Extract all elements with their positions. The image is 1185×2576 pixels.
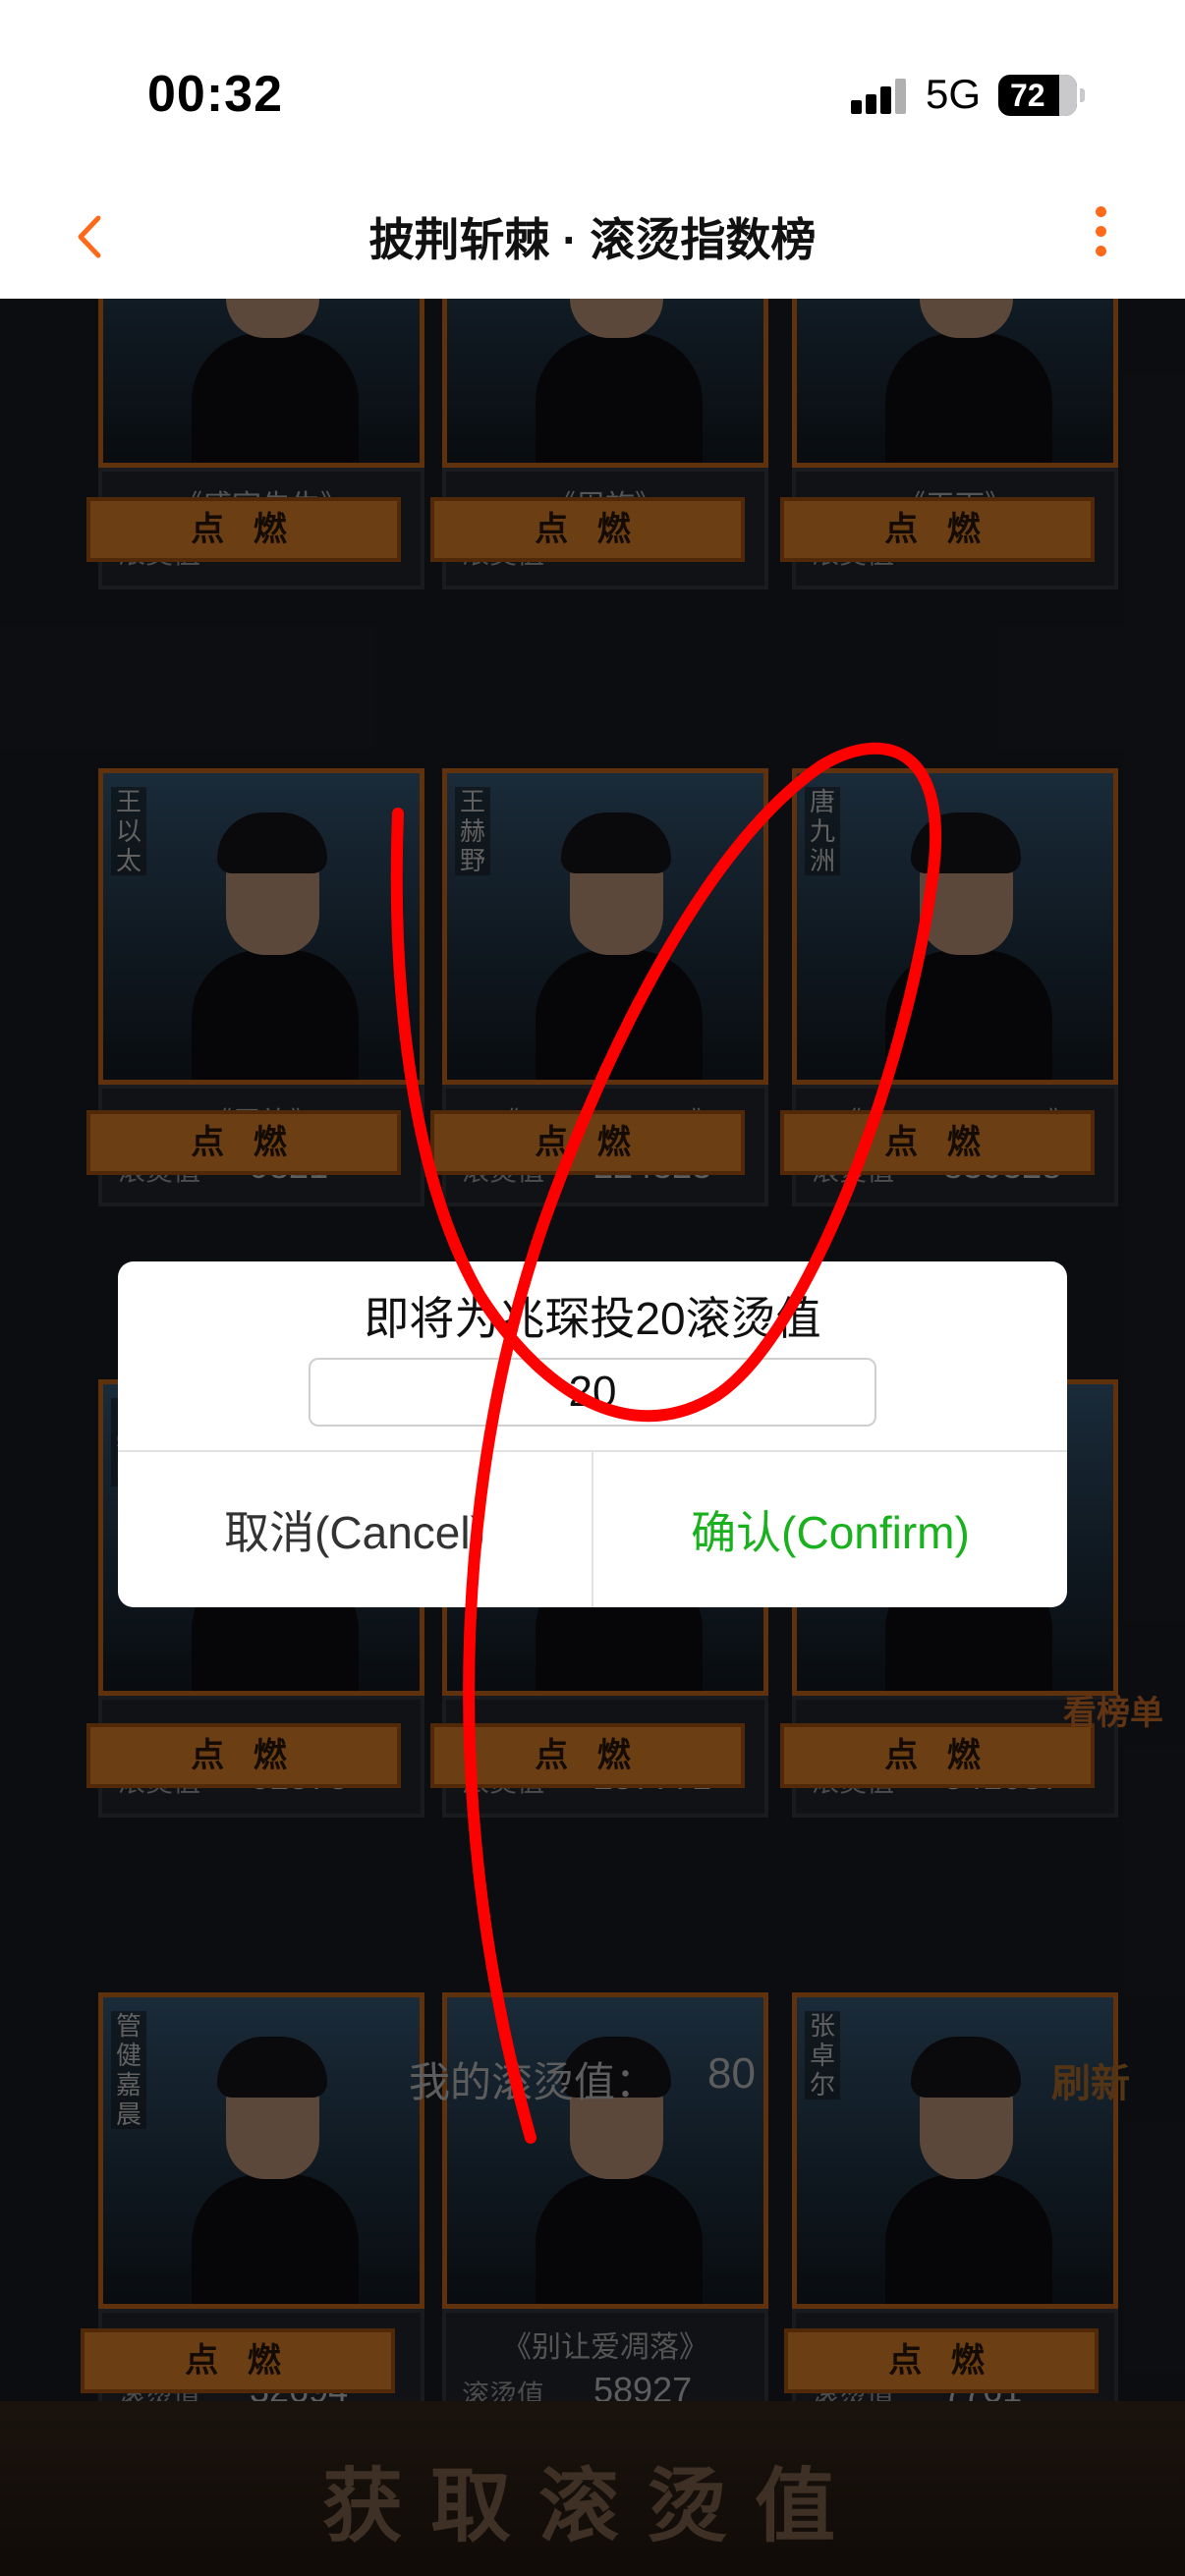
artist-photo: 唐九洲 [792, 768, 1118, 1085]
refresh-button[interactable]: 刷新 [1051, 2051, 1130, 2108]
artist-photo [442, 1992, 768, 2309]
artist-name: 张卓尔 [805, 2011, 840, 2100]
ignite-button[interactable]: 点 燃 [780, 1110, 1095, 1175]
ignite-button[interactable]: 点 燃 [784, 2328, 1099, 2393]
artist-name: 唐九洲 [805, 787, 840, 875]
artist-photo [442, 299, 768, 468]
battery-icon: 72 [998, 75, 1085, 116]
more-icon[interactable] [1089, 206, 1112, 265]
ignite-button[interactable]: 点 燃 [430, 497, 745, 562]
status-bar: 00:32 5G 72 [0, 0, 1185, 177]
ignite-button[interactable]: 点 燃 [430, 1110, 745, 1175]
ignite-button[interactable]: 点 燃 [81, 2328, 395, 2393]
artist-photo [98, 299, 424, 468]
my-value-label: 我的滚烫值： [409, 2059, 657, 2105]
vote-dialog: 即将为兆琛投20滚烫值 取消(Cancel) 确认(Confirm) [118, 1261, 1067, 1607]
artist-photo: 张卓尔 [792, 1992, 1118, 2309]
cancel-button[interactable]: 取消(Cancel) [118, 1452, 592, 1607]
artist-photo: 管健嘉晨 [98, 1992, 424, 2309]
artist-name: 王赫野 [455, 787, 490, 875]
get-value-label: 获取滚烫值 [321, 2462, 863, 2551]
signal-icon [851, 79, 908, 114]
ignite-button[interactable]: 点 燃 [430, 1723, 745, 1788]
page-title: 披荆斩棘 · 滚烫指数榜 [368, 214, 817, 265]
bottom-ignite-strip: 点 燃 点 燃 [81, 2328, 1152, 2393]
get-value-button[interactable]: 获取滚烫值 [0, 2401, 1185, 2576]
view-ranking-tab[interactable]: 看榜单 [1057, 1548, 1185, 1732]
artist-name: 王以太 [111, 787, 146, 875]
artist-name: 管健嘉晨 [111, 2011, 146, 2129]
artist-photo: 王以太 [98, 768, 424, 1085]
my-value: 80 [707, 2049, 756, 2098]
vote-amount-input[interactable] [309, 1358, 876, 1427]
ignite-button[interactable]: 点 燃 [780, 497, 1095, 562]
refresh-label: 刷新 [1051, 2062, 1130, 2105]
battery-level: 72 [1010, 78, 1045, 113]
artist-photo: 王赫野 [442, 768, 768, 1085]
view-ranking-label: 看榜单 [1063, 1695, 1163, 1732]
ignite-button[interactable]: 点 燃 [780, 1723, 1095, 1788]
confirm-button[interactable]: 确认(Confirm) [593, 1452, 1067, 1607]
network-type: 5G [926, 71, 982, 117]
dialog-title: 即将为兆琛投20滚烫值 [364, 1293, 821, 1344]
status-time: 00:32 [147, 66, 283, 123]
ignite-button[interactable]: 点 燃 [86, 1110, 401, 1175]
nav-bar: 披荆斩棘 · 滚烫指数榜 [0, 177, 1185, 299]
artist-photo [792, 299, 1118, 468]
ignite-button[interactable]: 点 燃 [86, 497, 401, 562]
ignite-button[interactable]: 点 燃 [86, 1723, 401, 1788]
